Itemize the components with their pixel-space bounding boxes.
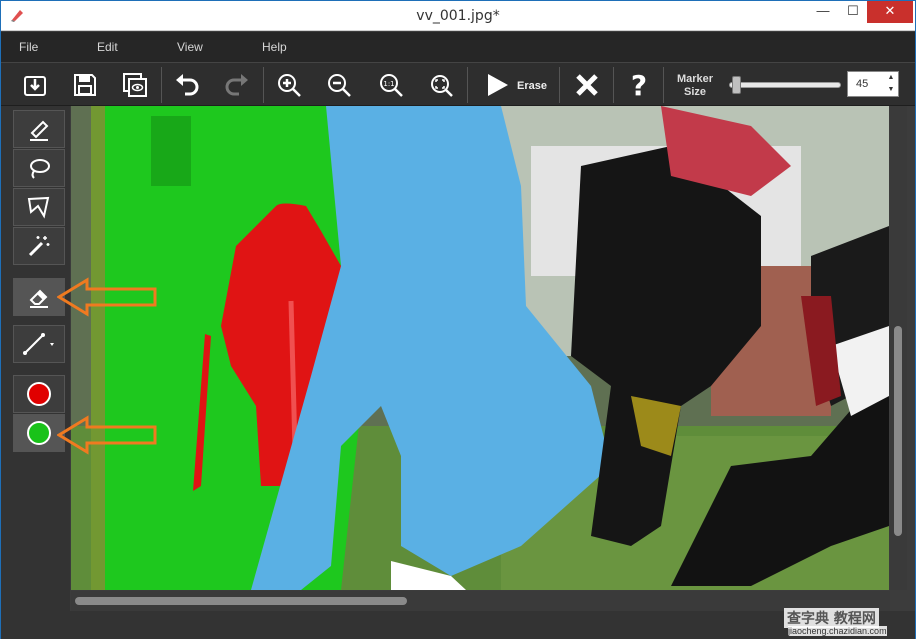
app-window: vv_001.jpg* — ☐ ✕ File Edit View Help 1:… bbox=[0, 0, 916, 639]
menu-view[interactable]: View bbox=[177, 40, 203, 54]
redo-icon bbox=[225, 74, 248, 96]
window-title: vv_001.jpg* bbox=[416, 8, 500, 24]
horizontal-scrollbar-thumb[interactable] bbox=[75, 597, 407, 605]
toolbar-separator bbox=[613, 67, 614, 103]
close-button[interactable]: ✕ bbox=[867, 1, 913, 23]
marker-size-value[interactable]: 45 bbox=[856, 78, 868, 90]
menu-file[interactable]: File bbox=[19, 40, 38, 54]
preview-icon bbox=[123, 73, 147, 97]
play-icon bbox=[488, 74, 508, 96]
marker-size-label: Marker Size bbox=[669, 73, 721, 99]
close-x-icon bbox=[576, 74, 598, 96]
clear-button[interactable] bbox=[567, 67, 607, 103]
maximize-button[interactable]: ☐ bbox=[838, 1, 868, 23]
fit-window-icon bbox=[431, 75, 453, 97]
annotation-arrow-green bbox=[57, 415, 157, 455]
magic-wand-icon bbox=[28, 236, 50, 257]
zoom-in-button[interactable] bbox=[269, 67, 309, 103]
red-marker-swatch bbox=[27, 382, 51, 406]
marker-label-line2: Size bbox=[683, 86, 706, 98]
undo-icon bbox=[176, 74, 199, 96]
lasso-tool-button[interactable] bbox=[13, 149, 65, 187]
line-icon bbox=[23, 333, 54, 355]
toolbar-separator bbox=[663, 67, 664, 103]
zoom-out-icon bbox=[328, 74, 351, 97]
watermark: 查字典 教程网 jiaocheng.chazidian.com bbox=[784, 606, 910, 638]
erase-button-label[interactable]: Erase bbox=[517, 80, 547, 92]
remove-color-button[interactable] bbox=[13, 375, 65, 413]
status-bar bbox=[1, 611, 915, 639]
eraser-icon bbox=[29, 289, 48, 308]
zoom-in-icon bbox=[278, 74, 301, 97]
save-icon bbox=[74, 74, 96, 96]
open-button[interactable] bbox=[15, 67, 55, 103]
marker-tool-button[interactable] bbox=[13, 110, 65, 148]
open-icon bbox=[24, 76, 46, 96]
zoom-out-button[interactable] bbox=[319, 67, 359, 103]
toolbar-separator bbox=[161, 67, 162, 103]
toolbar-separator bbox=[559, 67, 560, 103]
annotation-arrow-eraser bbox=[57, 277, 157, 317]
vertical-scrollbar[interactable] bbox=[890, 106, 907, 590]
polygon-lasso-tool-button[interactable] bbox=[13, 188, 65, 226]
image-canvas[interactable] bbox=[71, 106, 889, 590]
menu-bar: File Edit View Help bbox=[1, 32, 915, 62]
watermark-line2: jiaocheng.chazidian.com bbox=[788, 626, 887, 636]
lasso-icon bbox=[30, 159, 50, 179]
menu-help[interactable]: Help bbox=[262, 40, 287, 54]
redo-button[interactable] bbox=[217, 67, 257, 103]
toolbar-separator bbox=[467, 67, 468, 103]
minimize-button[interactable]: — bbox=[808, 1, 838, 23]
watermark-line1: 查字典 教程网 bbox=[784, 608, 879, 628]
title-bar: vv_001.jpg* — ☐ ✕ bbox=[1, 1, 915, 31]
preview-button[interactable] bbox=[115, 67, 155, 103]
help-icon: ? bbox=[631, 71, 647, 99]
polygon-lasso-icon bbox=[27, 196, 50, 219]
marker-size-slider[interactable] bbox=[729, 82, 841, 88]
marker-label-line1: Marker bbox=[676, 73, 714, 85]
magic-wand-tool-button[interactable] bbox=[13, 227, 65, 265]
photo bbox=[71, 106, 889, 590]
toolbar-separator bbox=[263, 67, 264, 103]
vertical-scrollbar-thumb[interactable] bbox=[894, 326, 902, 536]
spin-up-icon[interactable]: ▲ bbox=[884, 72, 898, 84]
green-marker-swatch bbox=[27, 421, 51, 445]
svg-text:?: ? bbox=[631, 71, 647, 99]
actual-size-button[interactable]: 1:1 bbox=[371, 67, 411, 103]
save-button[interactable] bbox=[65, 67, 105, 103]
marker-size-spinbox[interactable]: 45 ▲ ▼ bbox=[847, 71, 899, 97]
actual-size-icon: 1:1 bbox=[380, 74, 403, 97]
spin-down-icon[interactable]: ▼ bbox=[884, 84, 898, 96]
help-button[interactable]: ? bbox=[619, 67, 659, 103]
svg-text:1:1: 1:1 bbox=[383, 80, 394, 88]
erase-button[interactable] bbox=[477, 67, 517, 103]
horizontal-scrollbar[interactable] bbox=[71, 591, 890, 611]
fit-to-window-button[interactable] bbox=[421, 67, 461, 103]
tool-panel bbox=[1, 106, 70, 639]
toolbar: 1:1 Erase ? Marker Size 45 ▲ ▼ bbox=[1, 62, 915, 106]
marker-size-slider-thumb[interactable] bbox=[732, 76, 741, 94]
line-tool-button[interactable] bbox=[13, 325, 65, 363]
undo-button[interactable] bbox=[167, 67, 207, 103]
marker-icon bbox=[30, 120, 49, 141]
menu-edit[interactable]: Edit bbox=[97, 40, 118, 54]
